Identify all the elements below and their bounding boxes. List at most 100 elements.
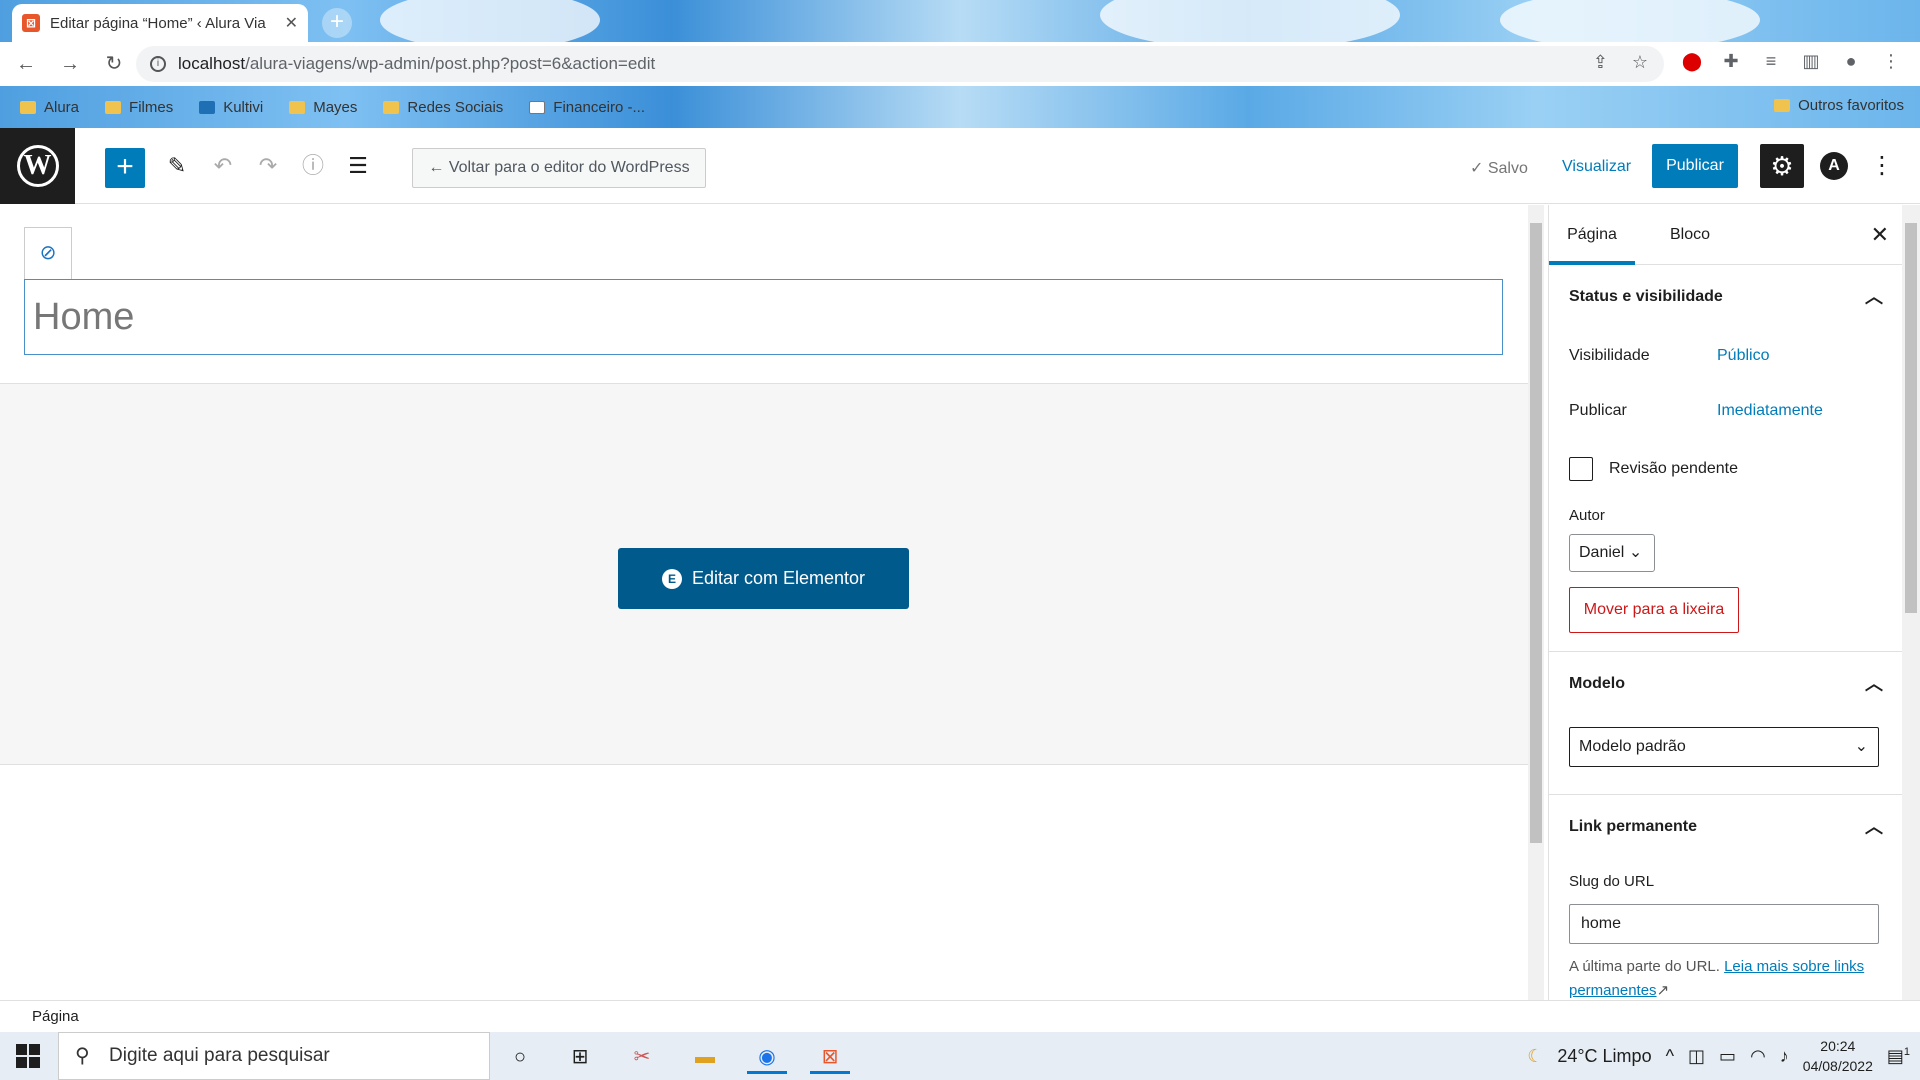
chevron-up-icon[interactable]: ^: [1666, 1046, 1674, 1067]
template-value: Modelo padrão: [1579, 738, 1686, 755]
page-title-input[interactable]: Home: [24, 279, 1503, 355]
edit-pencil-icon[interactable]: ✎: [161, 150, 193, 182]
tab-title: Editar página “Home” ‹ Alura Via: [50, 14, 266, 32]
bookmark-kultivi[interactable]: Kultivi: [199, 99, 263, 116]
kultivi-icon: [199, 100, 216, 114]
panel-title: Link permanente: [1569, 818, 1698, 835]
external-link-icon: ↗: [1656, 982, 1670, 999]
address-bar[interactable]: i localhost/alura-viagens/wp-admin/post.…: [136, 46, 1664, 82]
saved-label: Salvo: [1487, 160, 1528, 177]
forward-arrow-icon[interactable]: →: [52, 46, 88, 82]
bookmark-label: Alura: [44, 98, 80, 116]
page-icon: [529, 100, 546, 114]
xampp-favicon-icon: ⊠: [22, 14, 40, 32]
bookmark-star-icon[interactable]: ☆: [1632, 52, 1648, 73]
bookmark-filmes[interactable]: Filmes: [105, 99, 173, 116]
clock-time: 20:24: [1820, 1038, 1856, 1054]
back-arrow-icon[interactable]: ←: [8, 46, 44, 82]
astra-icon[interactable]: A: [1820, 152, 1848, 180]
wordpress-logo-button[interactable]: W: [0, 128, 75, 204]
clock[interactable]: 20:24 04/08/2022: [1803, 1036, 1873, 1076]
notification-center-icon[interactable]: ▤1: [1887, 1046, 1910, 1067]
other-bookmarks[interactable]: Outros favoritos: [1774, 97, 1904, 114]
network-icon[interactable]: ◫: [1688, 1046, 1705, 1067]
info-icon[interactable]: i: [150, 56, 166, 72]
details-info-icon[interactable]: ⓘ: [297, 150, 329, 182]
task-view-icon[interactable]: ⊞: [560, 1040, 600, 1074]
url-host: localhost: [178, 54, 246, 73]
close-tab-icon[interactable]: ✕: [285, 13, 298, 33]
close-icon[interactable]: ✕: [1871, 205, 1889, 265]
chevron-down-icon: ⌄: [1854, 738, 1868, 755]
template-select[interactable]: Modelo padrão ⌄: [1569, 727, 1879, 767]
slug-input[interactable]: home: [1569, 904, 1879, 944]
browser-tab[interactable]: ⊠ Editar página “Home” ‹ Alura Via ✕: [12, 4, 308, 42]
edit-with-elementor-button[interactable]: E Editar com Elementor: [618, 548, 909, 609]
weather-text[interactable]: 24°C Limpo: [1557, 1046, 1651, 1067]
publish-date-link[interactable]: Imediatamente: [1717, 402, 1823, 420]
author-select[interactable]: Daniel ⌄: [1569, 534, 1655, 572]
wordpress-icon: W: [16, 145, 59, 187]
taskbar-search-box[interactable]: ⚲ Digite aqui para pesquisar: [58, 1032, 490, 1080]
bookmark-redes-sociais[interactable]: Redes Sociais: [383, 99, 503, 116]
move-to-trash-button[interactable]: Mover para a lixeira: [1569, 587, 1739, 633]
permalink-panel-header[interactable]: Link permanente ︿: [1549, 795, 1903, 859]
add-block-button[interactable]: +: [105, 148, 145, 188]
xampp-taskbar-icon[interactable]: ⊠: [810, 1040, 850, 1074]
list-view-icon[interactable]: ☰: [342, 150, 374, 182]
preview-button[interactable]: Visualizar: [1562, 158, 1631, 176]
moon-weather-icon: ☾: [1527, 1045, 1544, 1066]
folder-icon: [1774, 99, 1791, 112]
tab-block[interactable]: Bloco: [1657, 205, 1723, 265]
elementor-button-label: Editar com Elementor: [691, 568, 866, 588]
folder-icon: [383, 100, 400, 114]
profile-icon[interactable]: ●: [1840, 50, 1862, 72]
battery-icon[interactable]: ▭: [1719, 1046, 1736, 1067]
extensions-puzzle-icon[interactable]: ✚: [1720, 50, 1742, 72]
scrollbar-thumb[interactable]: [1905, 223, 1917, 613]
pending-review-label: Revisão pendente: [1609, 460, 1738, 477]
settings-gear-icon[interactable]: ⚙: [1760, 144, 1804, 188]
new-tab-button[interactable]: +: [322, 8, 352, 38]
bookmark-label: Kultivi: [223, 98, 264, 116]
bookmark-alura[interactable]: Alura: [20, 99, 79, 116]
block-breadcrumb[interactable]: Página: [0, 1000, 1920, 1032]
reload-icon[interactable]: ↻: [96, 46, 132, 82]
share-icon[interactable]: ⇪: [1593, 52, 1608, 73]
bookmark-financeiro[interactable]: Financeiro -...: [529, 99, 645, 116]
folder-icon: [20, 100, 36, 114]
wifi-icon[interactable]: ◠: [1750, 1046, 1766, 1067]
publish-button[interactable]: Publicar: [1652, 144, 1738, 188]
snip-tool-icon[interactable]: ✂: [622, 1040, 662, 1074]
chevron-down-icon: ⌄: [1628, 544, 1643, 561]
tab-page[interactable]: Página: [1549, 205, 1635, 265]
back-to-wordpress-editor-button[interactable]: ← Voltar para o editor do WordPress: [412, 148, 706, 188]
template-panel-header[interactable]: Modelo ︿: [1549, 652, 1903, 716]
chevron-up-icon: ︿: [1865, 287, 1883, 307]
bookmark-mayes[interactable]: Mayes: [289, 99, 357, 116]
system-tray: ☾ 24°C Limpo ^ ◫ ▭ ◠ ♪ 20:24 04/08/2022 ▤…: [1527, 1032, 1920, 1080]
undo-icon[interactable]: ↶: [207, 150, 239, 182]
panel-title: Status e visibilidade: [1569, 288, 1723, 305]
canvas-scrollbar[interactable]: [1528, 205, 1544, 1000]
status-visibility-panel-header[interactable]: Status e visibilidade ︿: [1549, 265, 1903, 329]
volume-icon[interactable]: ♪: [1780, 1046, 1789, 1067]
redo-icon[interactable]: ↷: [252, 150, 284, 182]
windows-start-icon[interactable]: [16, 1044, 40, 1068]
options-menu-icon[interactable]: ⋮: [1870, 150, 1894, 182]
hide-title-eye-icon[interactable]: ⊘: [24, 227, 72, 279]
chrome-menu-icon[interactable]: ⋮: [1880, 50, 1902, 72]
media-queue-icon[interactable]: ≡: [1760, 50, 1782, 72]
author-value: Daniel: [1579, 544, 1625, 561]
sidebar-scrollbar[interactable]: [1902, 205, 1920, 1000]
side-panel-icon[interactable]: ▥: [1800, 50, 1822, 72]
visibility-value-link[interactable]: Público: [1717, 347, 1769, 365]
opera-extension-icon[interactable]: ⬤: [1681, 50, 1703, 72]
chrome-taskbar-icon[interactable]: ◉: [747, 1040, 787, 1074]
cortana-icon[interactable]: ○: [500, 1040, 540, 1074]
folder-icon: [105, 100, 122, 114]
publish-label: Publicar: [1569, 402, 1627, 419]
file-explorer-icon[interactable]: ▬: [685, 1040, 725, 1074]
scrollbar-thumb[interactable]: [1530, 223, 1542, 843]
pending-review-checkbox[interactable]: [1569, 457, 1593, 481]
